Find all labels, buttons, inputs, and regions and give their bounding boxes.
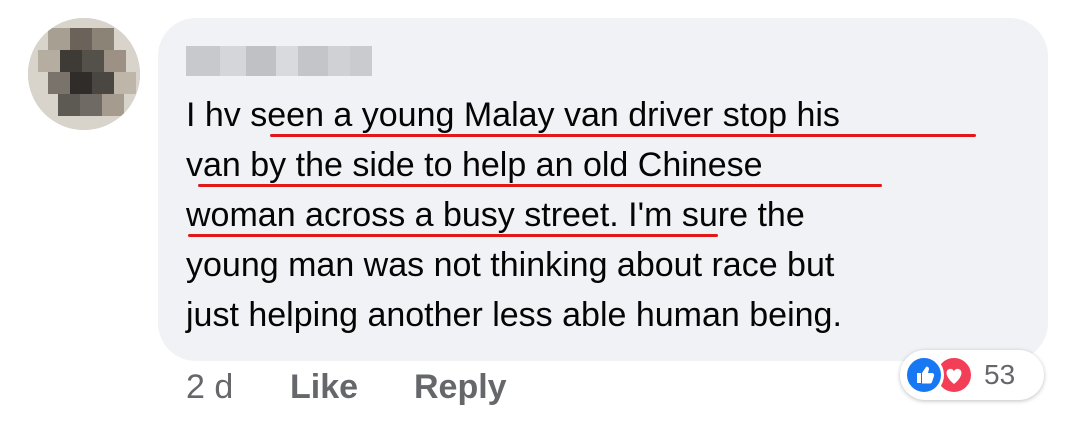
- reactions-summary[interactable]: 53: [900, 350, 1044, 400]
- highlight-underline: [188, 234, 718, 237]
- reply-button[interactable]: Reply: [414, 368, 507, 407]
- comment-line: just helping another less able human bei…: [186, 296, 842, 334]
- reaction-count: 53: [984, 359, 1016, 390]
- comment-text: I hv seen a young Malay van driver stop …: [186, 90, 1036, 340]
- highlight-underline: [198, 184, 882, 187]
- comment-line: young man was not thinking about race bu…: [186, 246, 835, 284]
- comment-line: woman across a busy street. I'm sure the: [186, 196, 805, 234]
- like-icon: [904, 355, 944, 395]
- author-name-redacted[interactable]: [186, 46, 372, 76]
- comment-line: van by the side to help an old Chinese: [186, 146, 763, 184]
- comment-line: I hv seen a young Malay van driver stop …: [186, 96, 840, 134]
- like-button[interactable]: Like: [290, 368, 358, 407]
- highlight-underline: [270, 134, 976, 137]
- avatar[interactable]: [28, 18, 140, 130]
- timestamp[interactable]: 2 d: [186, 368, 233, 407]
